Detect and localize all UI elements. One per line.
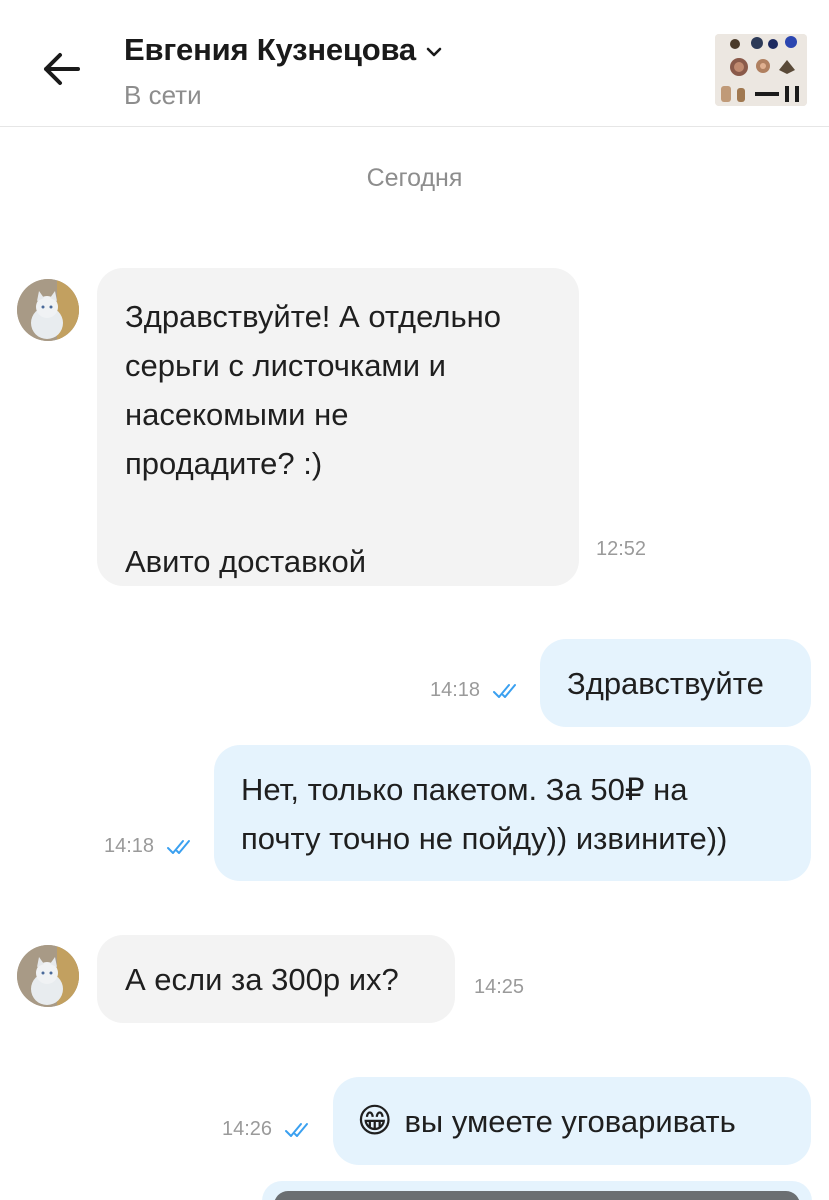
read-ticks-icon (285, 1122, 309, 1137)
message-meta: 14:26 (222, 1118, 314, 1141)
message-bubble-outgoing[interactable]: Здравствуйте (540, 639, 811, 727)
sender-avatar[interactable] (17, 945, 79, 1007)
message-meta: 12:52 (596, 538, 646, 561)
message-text: вы умеете уговаривать (404, 1104, 736, 1139)
message-text: Нет, только пакетом. За 50₽ на почту точ… (241, 772, 728, 856)
listing-thumbnail[interactable] (715, 34, 807, 106)
message-time: 12:52 (596, 538, 647, 560)
cat-avatar-icon (17, 279, 79, 341)
message-time: 14:18 (430, 679, 481, 701)
message-meta: 14:18 (104, 835, 196, 858)
message-time: 14:26 (222, 1118, 273, 1140)
sender-avatar[interactable] (17, 279, 79, 341)
chevron-down-icon (426, 47, 442, 57)
message-bubble-attachment[interactable] (262, 1181, 812, 1200)
message-text: Здравствуйте! А отдельно серьги с листоч… (125, 299, 501, 579)
cat-avatar-icon (17, 945, 79, 1007)
message-bubble-outgoing[interactable]: Нет, только пакетом. За 50₽ на почту точ… (214, 745, 811, 881)
message-meta: 14:25 (474, 976, 524, 999)
message-text: А если за 300р их? (125, 962, 399, 997)
message-text: Здравствуйте (567, 666, 764, 701)
grinning-emoji: 😁 (357, 1101, 393, 1141)
online-status: В сети (124, 80, 202, 110)
message-time: 14:18 (104, 835, 155, 857)
arrow-left-icon (44, 53, 80, 85)
jewelry-photo-icon (715, 34, 807, 106)
read-ticks-icon (167, 839, 191, 854)
message-bubble-outgoing[interactable]: 😁 вы умеете уговаривать (333, 1077, 811, 1165)
chat-header: Евгения Кузнецова В сети (0, 0, 829, 127)
message-time: 14:25 (474, 976, 525, 998)
date-separator: Сегодня (366, 164, 463, 192)
message-bubble-incoming[interactable]: Здравствуйте! А отдельно серьги с листоч… (97, 268, 579, 586)
attachment-image[interactable] (274, 1191, 800, 1200)
contact-name-dropdown[interactable]: Евгения Кузнецова (124, 32, 444, 68)
message-meta: 14:18 (430, 679, 522, 702)
back-button[interactable] (36, 44, 86, 94)
message-bubble-incoming[interactable]: А если за 300р их? (97, 935, 455, 1023)
contact-name: Евгения Кузнецова (124, 32, 416, 67)
read-ticks-icon (493, 683, 517, 698)
